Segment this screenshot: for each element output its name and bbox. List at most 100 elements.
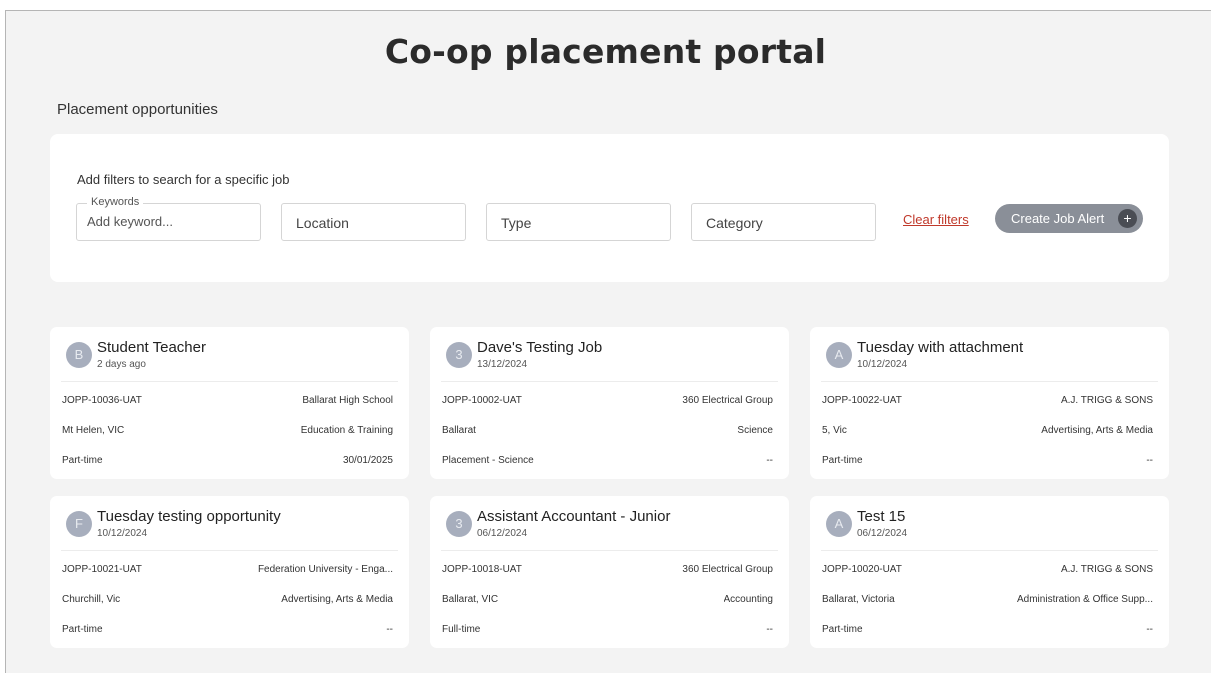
job-closing-date: -- <box>1146 455 1153 466</box>
job-type: Full-time <box>442 624 481 635</box>
job-title: Student Teacher <box>97 339 206 356</box>
job-location: Churchill, Vic <box>62 594 121 605</box>
job-row-id: JOPP-10018-UAT 360 Electrical Group <box>442 564 773 575</box>
job-title: Test 15 <box>857 508 906 525</box>
job-card[interactable]: 3 Dave's Testing Job 13/12/2024 JOPP-100… <box>430 327 789 479</box>
card-divider <box>61 381 398 382</box>
job-card[interactable]: 3 Assistant Accountant - Junior 06/12/20… <box>430 496 789 648</box>
job-closing-date: -- <box>766 455 773 466</box>
job-type: Part-time <box>62 455 103 466</box>
job-type: Part-time <box>822 455 863 466</box>
job-row-id: JOPP-10002-UAT 360 Electrical Group <box>442 395 773 406</box>
card-divider <box>441 550 778 551</box>
job-row-type: Full-time -- <box>442 624 773 635</box>
job-row-location: Mt Helen, VIC Education & Training <box>62 425 393 436</box>
plus-icon: + <box>1118 209 1137 228</box>
job-title: Tuesday testing opportunity <box>97 508 281 525</box>
job-reference: JOPP-10022-UAT <box>822 395 902 406</box>
job-reference: JOPP-10021-UAT <box>62 564 142 575</box>
job-row-type: Part-time 30/01/2025 <box>62 455 393 466</box>
job-category: Advertising, Arts & Media <box>281 594 393 605</box>
job-location: Ballarat, VIC <box>442 594 499 605</box>
job-employer: A.J. TRIGG & SONS <box>1060 395 1153 406</box>
job-row-type: Placement - Science -- <box>442 455 773 466</box>
job-category: Administration & Office Supp... <box>1017 594 1153 605</box>
employer-avatar: B <box>66 342 92 368</box>
job-row-location: Ballarat, VIC Accounting <box>442 594 773 605</box>
job-closing-date: 30/01/2025 <box>342 455 393 466</box>
category-label: Category <box>706 215 763 231</box>
filter-hint: Add filters to search for a specific job <box>77 172 290 187</box>
job-closing-date: -- <box>766 624 773 635</box>
location-select[interactable]: Location <box>281 203 466 241</box>
employer-avatar: F <box>66 511 92 537</box>
section-subtitle: Placement opportunities <box>57 101 218 118</box>
job-employer: A.J. TRIGG & SONS <box>1060 564 1153 575</box>
card-divider <box>441 381 778 382</box>
job-location: Mt Helen, VIC <box>62 425 125 436</box>
job-card[interactable]: A Test 15 06/12/2024 JOPP-10020-UAT A.J.… <box>810 496 1169 648</box>
job-row-id: JOPP-10022-UAT A.J. TRIGG & SONS <box>822 395 1153 406</box>
job-posted-date: 10/12/2024 <box>97 528 148 539</box>
job-reference: JOPP-10018-UAT <box>442 564 522 575</box>
location-label: Location <box>296 215 349 231</box>
job-type: Placement - Science <box>442 455 534 466</box>
job-category: Accounting <box>723 594 773 605</box>
job-reference: JOPP-10036-UAT <box>62 395 142 406</box>
type-select[interactable]: Type <box>486 203 671 241</box>
job-category: Science <box>737 425 773 436</box>
card-divider <box>821 550 1158 551</box>
filter-panel: Add filters to search for a specific job… <box>50 134 1169 282</box>
job-posted-date: 06/12/2024 <box>477 528 528 539</box>
create-job-alert-button[interactable]: Create Job Alert + <box>995 204 1143 233</box>
job-type: Part-time <box>62 624 103 635</box>
card-divider <box>61 550 398 551</box>
job-row-location: Ballarat Science <box>442 425 773 436</box>
job-closing-date: -- <box>386 624 393 635</box>
job-posted-date: 06/12/2024 <box>857 528 908 539</box>
employer-avatar: 3 <box>446 342 472 368</box>
job-row-location: 5, Vic Advertising, Arts & Media <box>822 425 1153 436</box>
employer-avatar: 3 <box>446 511 472 537</box>
job-card[interactable]: F Tuesday testing opportunity 10/12/2024… <box>50 496 409 648</box>
job-row-id: JOPP-10021-UAT Federation University - E… <box>62 564 393 575</box>
job-employer: 360 Electrical Group <box>682 395 773 406</box>
job-location: Ballarat, Victoria <box>822 594 895 605</box>
job-posted-date: 10/12/2024 <box>857 359 908 370</box>
job-reference: JOPP-10002-UAT <box>442 395 522 406</box>
job-employer: Ballarat High School <box>302 395 393 406</box>
create-job-alert-label: Create Job Alert <box>1011 211 1105 226</box>
job-posted-date: 13/12/2024 <box>477 359 528 370</box>
job-closing-date: -- <box>1146 624 1153 635</box>
keywords-field[interactable]: Keywords <box>76 196 261 241</box>
employer-avatar: A <box>826 342 852 368</box>
category-select[interactable]: Category <box>691 203 876 241</box>
job-row-type: Part-time -- <box>62 624 393 635</box>
keywords-input[interactable] <box>87 214 247 229</box>
job-row-type: Part-time -- <box>822 455 1153 466</box>
job-title: Assistant Accountant - Junior <box>477 508 671 525</box>
job-location: 5, Vic <box>822 425 847 436</box>
job-row-id: JOPP-10020-UAT A.J. TRIGG & SONS <box>822 564 1153 575</box>
job-row-location: Churchill, Vic Advertising, Arts & Media <box>62 594 393 605</box>
job-card[interactable]: B Student Teacher 2 days ago JOPP-10036-… <box>50 327 409 479</box>
job-reference: JOPP-10020-UAT <box>822 564 902 575</box>
job-category: Education & Training <box>300 425 393 436</box>
job-type: Part-time <box>822 624 863 635</box>
job-category: Advertising, Arts & Media <box>1041 425 1153 436</box>
job-employer: Federation University - Enga... <box>257 564 393 575</box>
type-label: Type <box>501 215 532 231</box>
job-row-id: JOPP-10036-UAT Ballarat High School <box>62 395 393 406</box>
job-title: Tuesday with attachment <box>857 339 1024 356</box>
job-row-location: Ballarat, Victoria Administration & Offi… <box>822 594 1153 605</box>
card-divider <box>821 381 1158 382</box>
job-card[interactable]: A Tuesday with attachment 10/12/2024 JOP… <box>810 327 1169 479</box>
job-title: Dave's Testing Job <box>477 339 603 356</box>
keywords-legend: Keywords <box>87 196 144 208</box>
employer-avatar: A <box>826 511 852 537</box>
job-row-type: Part-time -- <box>822 624 1153 635</box>
clear-filters-link[interactable]: Clear filters <box>903 212 969 227</box>
job-employer: 360 Electrical Group <box>682 564 773 575</box>
job-posted-date: 2 days ago <box>97 359 146 370</box>
job-location: Ballarat <box>442 425 476 436</box>
